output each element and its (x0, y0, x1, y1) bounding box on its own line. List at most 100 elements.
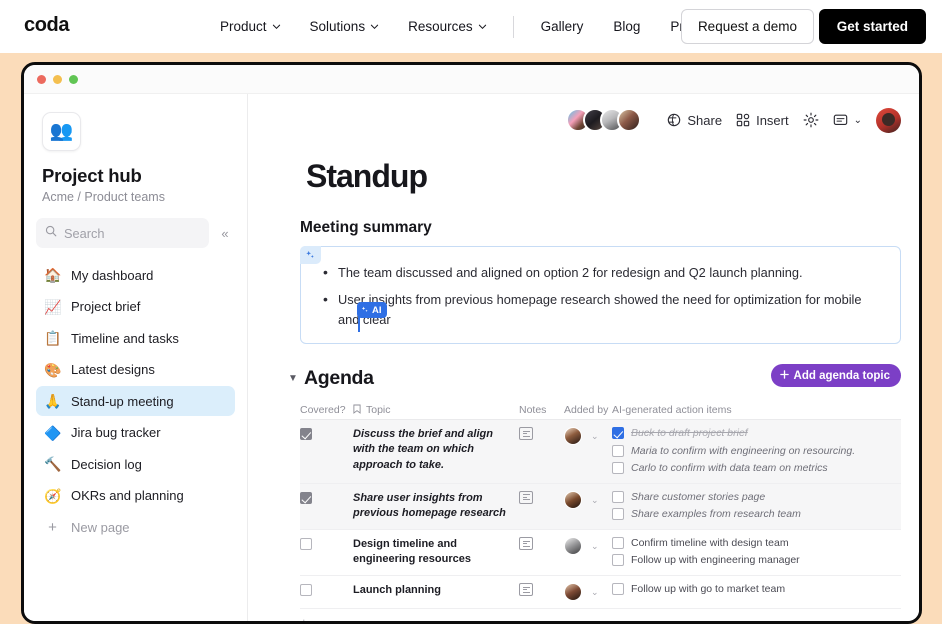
sparkles-icon[interactable] (300, 246, 321, 264)
avatar[interactable] (564, 583, 582, 602)
covered-cell[interactable] (300, 537, 353, 553)
current-user-avatar[interactable] (876, 107, 901, 133)
nav-link-gallery[interactable]: Gallery (526, 0, 599, 53)
topic-cell[interactable]: Discuss the brief and align with the tea… (353, 427, 519, 473)
notes-cell[interactable] (519, 583, 564, 597)
nav-menu-product[interactable]: Product (205, 0, 295, 53)
covered-cell[interactable] (300, 583, 353, 599)
settings-button[interactable] (803, 112, 819, 128)
sidebar-item-okrs-and-planning[interactable]: 🧭 OKRs and planning (36, 481, 235, 511)
nav-menu-resources[interactable]: Resources (393, 0, 501, 53)
action-item-checkbox[interactable] (612, 583, 624, 596)
action-item-checkbox[interactable] (612, 444, 624, 457)
collapse-agenda-triangle[interactable]: ▼ (286, 373, 300, 384)
get-started-button[interactable]: Get started (818, 9, 926, 44)
ai-action-items-cell[interactable]: Follow up with go to market team (612, 583, 901, 597)
maximize-window-dot[interactable] (69, 74, 78, 84)
nav-menu-solutions[interactable]: Solutions (295, 0, 394, 53)
sidebar-item-stand-up-meeting[interactable]: 🙏 Stand-up meeting (36, 386, 235, 416)
coda-logo[interactable]: coda (24, 14, 69, 37)
action-item-checkbox[interactable] (612, 427, 624, 440)
action-item[interactable]: Confirm timeline with design team (612, 537, 901, 551)
add-agenda-topic-button[interactable]: Add agenda topic (770, 364, 901, 388)
close-window-dot[interactable] (37, 74, 46, 84)
sidebar-item-latest-designs[interactable]: 🎨 Latest designs (36, 355, 235, 385)
notes-cell[interactable] (519, 427, 564, 441)
table-row[interactable]: Share user insights from previous homepa… (300, 483, 901, 531)
action-item-checkbox[interactable] (612, 490, 624, 503)
ai-action-items-cell[interactable]: Confirm timeline with design team Follow… (612, 537, 901, 568)
action-item-checkbox[interactable] (612, 462, 624, 475)
chevron-down-icon[interactable]: ⌄ (591, 541, 599, 555)
added-by-cell[interactable]: ⌄ (564, 537, 612, 556)
collaborator-avatars[interactable] (566, 108, 642, 132)
topic-cell[interactable]: Design timeline and engineering resource… (353, 537, 519, 567)
ai-action-items-cell[interactable]: Share customer stories page Share exampl… (612, 490, 901, 522)
column-header-ai-action-items[interactable]: AI-generated action items (612, 404, 901, 416)
added-by-cell[interactable]: ⌄ (564, 490, 612, 509)
chevron-down-icon[interactable]: ⌄ (591, 495, 599, 509)
column-header-notes[interactable]: Notes (519, 404, 564, 416)
sidebar-item-my-dashboard[interactable]: 🏠 My dashboard (36, 260, 235, 290)
action-item[interactable]: Follow up with engineering manager (612, 554, 901, 568)
avatar[interactable] (564, 427, 582, 446)
avatar[interactable] (564, 490, 582, 509)
action-item[interactable]: Follow up with go to market team (612, 583, 901, 597)
nav-link-blog[interactable]: Blog (598, 0, 655, 53)
action-item-checkbox[interactable] (612, 537, 624, 550)
note-icon[interactable] (519, 583, 533, 597)
column-header-topic[interactable]: Topic (353, 404, 519, 417)
notes-cell[interactable] (519, 490, 564, 504)
collapse-sidebar-button[interactable]: « (215, 222, 235, 244)
action-item[interactable]: Share customer stories page (612, 490, 901, 505)
action-item[interactable]: Carlo to confirm with data team on metri… (612, 462, 901, 476)
add-table-row-button[interactable]: + (300, 609, 901, 621)
chevron-down-icon[interactable]: ⌄ (591, 431, 599, 445)
covered-cell[interactable] (300, 491, 353, 507)
column-header-added-by[interactable]: Added by (564, 404, 612, 416)
minimize-window-dot[interactable] (53, 74, 62, 84)
action-item-checkbox[interactable] (612, 508, 624, 521)
insert-button[interactable]: Insert (736, 113, 789, 128)
action-item-checkbox[interactable] (612, 554, 624, 567)
action-item-text: Follow up with engineering manager (631, 554, 800, 567)
covered-checkbox[interactable] (300, 538, 312, 551)
search-input[interactable]: Search (36, 218, 209, 248)
notes-cell[interactable] (519, 537, 564, 551)
ai-badge[interactable]: AI (357, 302, 387, 318)
sidebar-item-timeline-and-tasks[interactable]: 📋 Timeline and tasks (36, 323, 235, 353)
comments-button[interactable]: ⌄ (833, 113, 862, 128)
table-row[interactable]: Launch planning ⌄ Follow up with go to m… (300, 576, 901, 610)
sidebar-item-project-brief[interactable]: 📈 Project brief (36, 292, 235, 322)
sidebar-item-jira-bug-tracker[interactable]: 🔷 Jira bug tracker (36, 418, 235, 448)
meeting-summary-box[interactable]: The team discussed and aligned on option… (300, 246, 901, 345)
column-header-covered[interactable]: Covered? (300, 404, 353, 416)
topic-cell[interactable]: Launch planning (353, 583, 519, 598)
new-page-button[interactable]: + New page (36, 512, 235, 542)
topic-cell[interactable]: Share user insights from previous homepa… (353, 491, 519, 521)
action-item[interactable]: Maria to confirm with engineering on res… (612, 444, 901, 459)
ai-action-items-cell[interactable]: Buck to draft project brief Maria to con… (612, 427, 901, 476)
avatar[interactable] (617, 108, 642, 132)
added-by-cell[interactable]: ⌄ (564, 427, 612, 446)
note-icon[interactable] (519, 537, 533, 551)
covered-checkbox[interactable] (300, 428, 312, 441)
action-item[interactable]: Buck to draft project brief (612, 427, 901, 441)
covered-cell[interactable] (300, 427, 353, 443)
table-row[interactable]: Discuss the brief and align with the tea… (300, 420, 901, 484)
chevron-down-icon[interactable]: ⌄ (591, 587, 599, 601)
avatar[interactable] (564, 537, 582, 556)
share-button[interactable]: Share (667, 113, 722, 128)
workspace-icon[interactable]: 👥 (42, 112, 81, 151)
table-row[interactable]: Design timeline and engineering resource… (300, 530, 901, 577)
action-item-text: Carlo to confirm with data team on metri… (631, 462, 828, 475)
covered-checkbox[interactable] (300, 584, 312, 597)
note-icon[interactable] (519, 490, 533, 504)
covered-checkbox[interactable] (300, 491, 312, 504)
action-item[interactable]: Share examples from research team (612, 508, 901, 522)
note-icon[interactable] (519, 427, 533, 441)
added-by-cell[interactable]: ⌄ (564, 583, 612, 602)
top-navigation-bar: coda Product Solutions Resources Gallery… (0, 0, 942, 53)
sidebar-item-decision-log[interactable]: 🔨 Decision log (36, 449, 235, 479)
request-demo-button[interactable]: Request a demo (680, 9, 814, 44)
